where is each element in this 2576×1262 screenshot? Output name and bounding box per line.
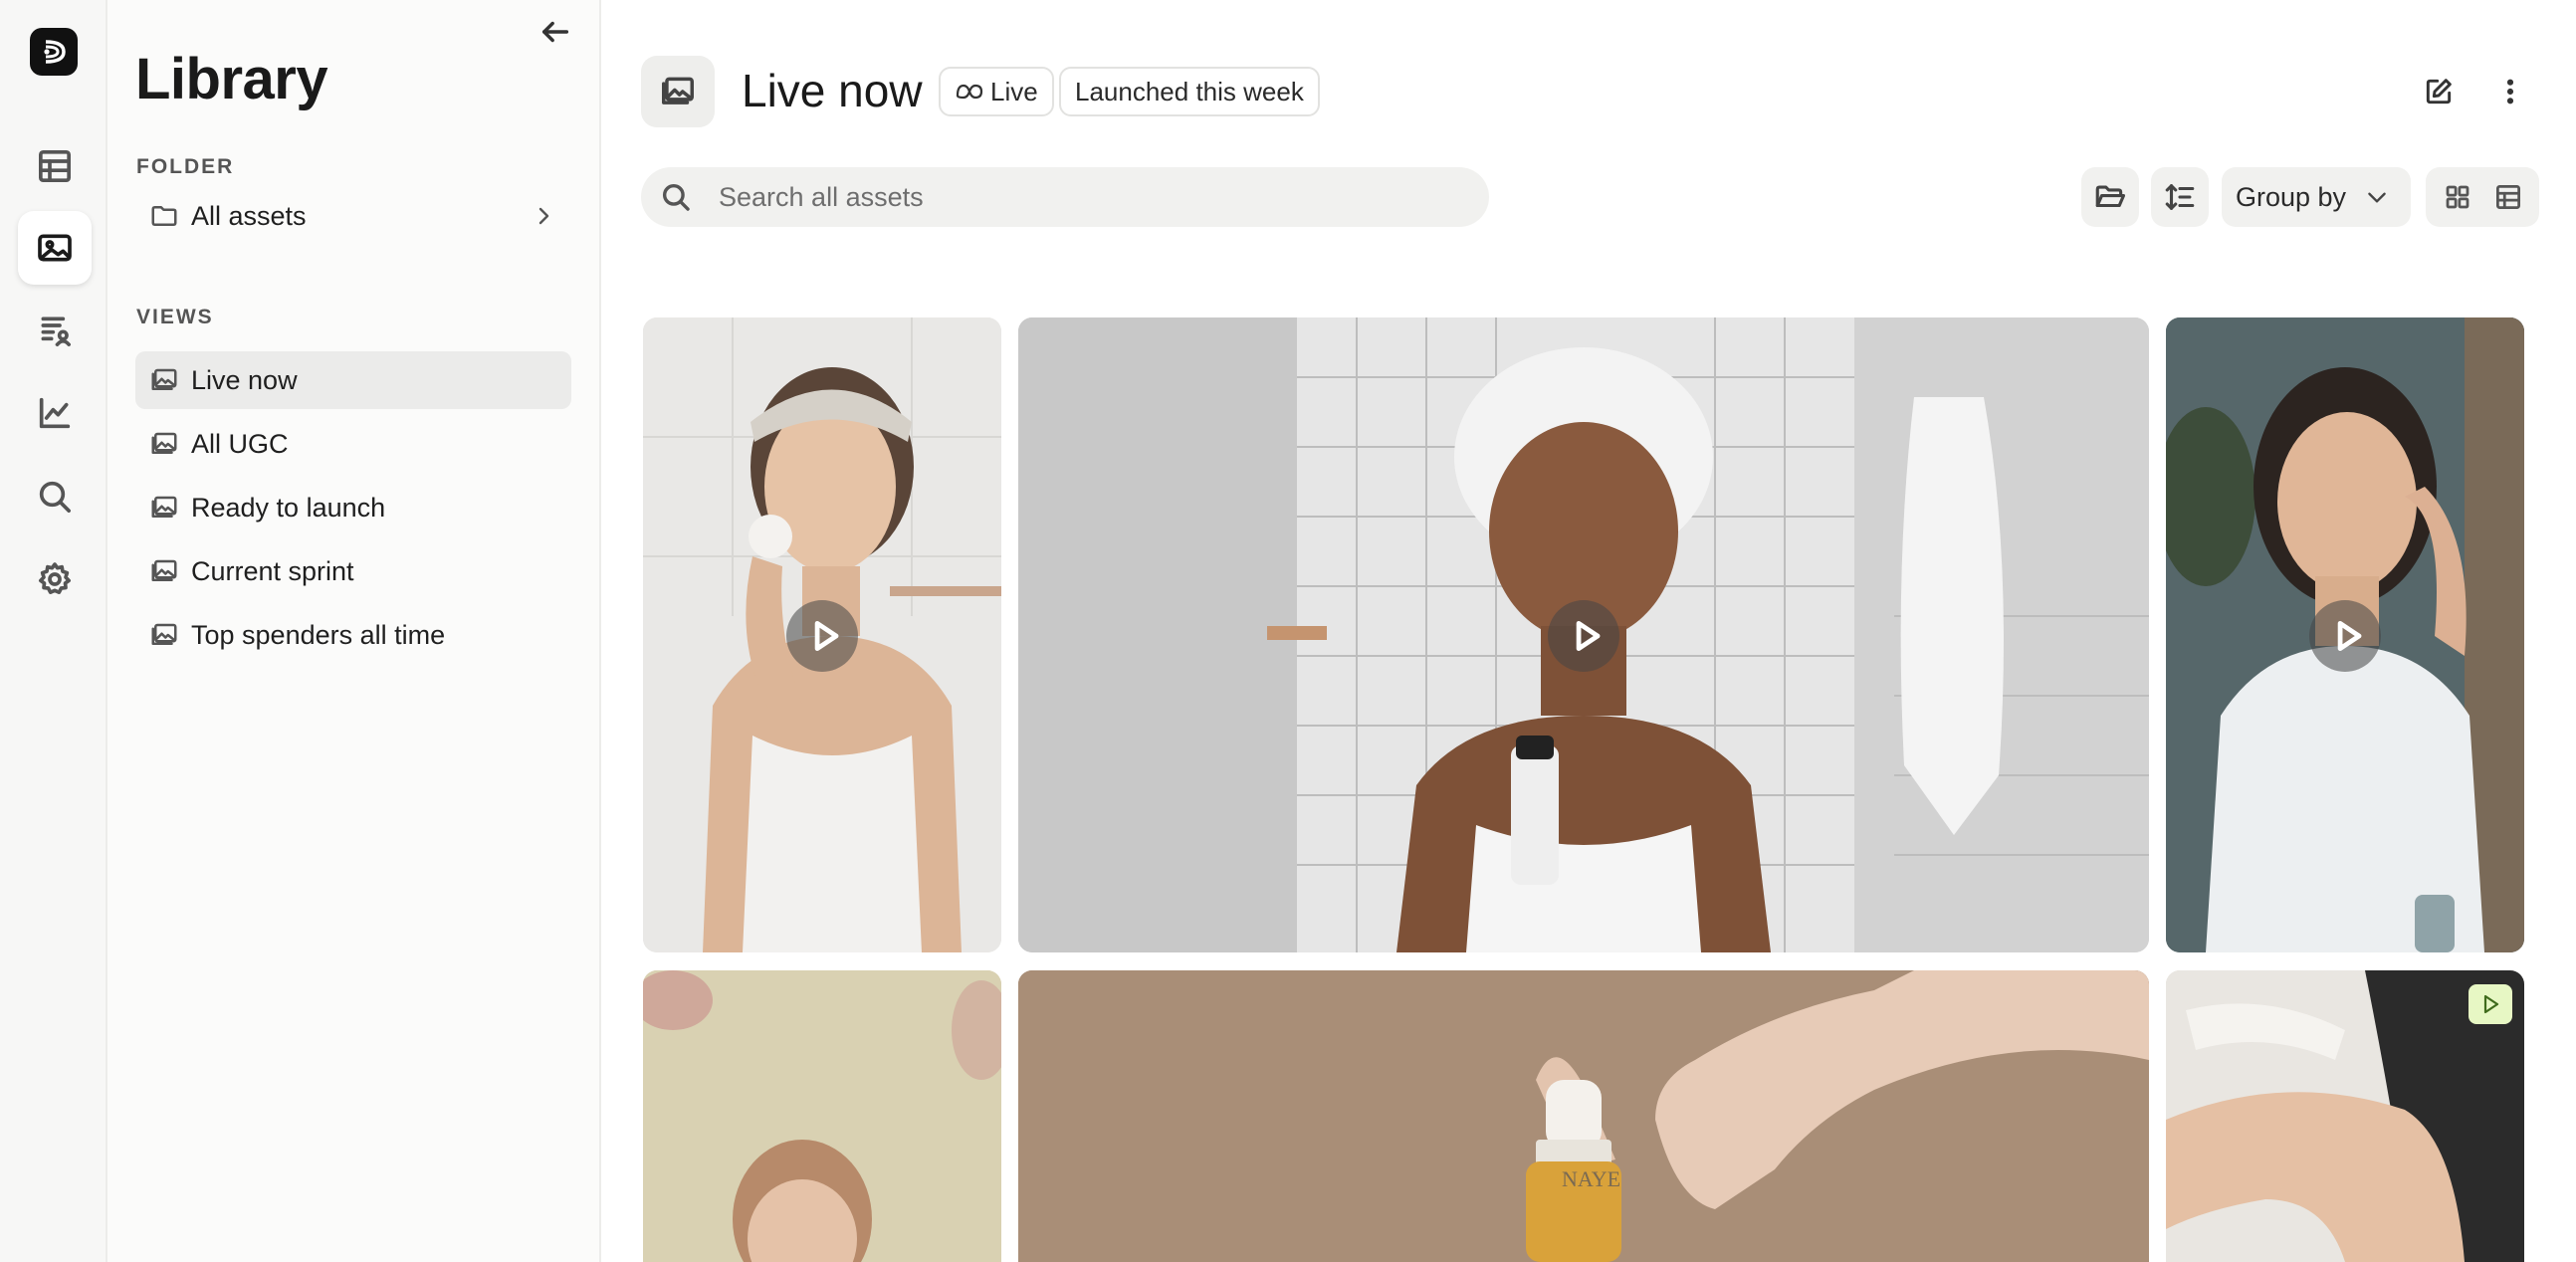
asset-card[interactable]: NAYE — [1018, 970, 2149, 1262]
search-icon — [662, 183, 690, 211]
play-icon — [814, 620, 839, 652]
asset-card[interactable] — [1018, 317, 2149, 952]
folder-icon — [151, 206, 177, 226]
rail-table-button[interactable] — [18, 129, 92, 203]
chevron-down-icon — [2368, 192, 2386, 203]
folder-item-label: All assets — [191, 200, 307, 231]
image-gallery-icon — [151, 432, 177, 454]
sort-button[interactable] — [2151, 167, 2209, 227]
more-options-button[interactable] — [2488, 70, 2532, 113]
grid-icon — [2446, 185, 2469, 209]
view-item-all-ugc[interactable]: All UGC — [135, 415, 571, 473]
asset-card[interactable] — [2166, 970, 2524, 1262]
view-item-ready-to-launch[interactable]: Ready to launch — [135, 479, 571, 536]
chevron-right-icon[interactable] — [532, 204, 555, 228]
view-icon — [641, 56, 715, 127]
arrow-left-icon — [541, 21, 569, 43]
meta-logo-icon — [956, 84, 983, 100]
view-item-label: All UGC — [191, 428, 289, 459]
rail-library-button[interactable] — [18, 211, 92, 285]
rail-search-button[interactable] — [18, 460, 92, 533]
view-item-live-now[interactable]: Live now — [135, 351, 571, 409]
launched-this-week-chip[interactable]: Launched this week — [1059, 67, 1320, 116]
search-icon — [39, 481, 71, 513]
people-list-icon — [41, 316, 71, 346]
chart-line-icon — [39, 397, 71, 429]
rail-settings-button[interactable] — [18, 542, 92, 616]
image-gallery-icon — [151, 368, 177, 390]
sort-icon — [2165, 184, 2195, 210]
live-filter-chip[interactable]: Live — [939, 67, 1054, 116]
views-section-label: VIEWS — [136, 306, 214, 328]
play-button[interactable] — [2309, 600, 2381, 672]
rail-creators-button[interactable] — [18, 294, 92, 367]
edit-view-button[interactable] — [2417, 70, 2461, 113]
view-item-label: Top spenders all time — [191, 619, 446, 650]
table-icon — [39, 150, 71, 183]
layout-toggle — [2426, 167, 2539, 227]
asset-card[interactable] — [2166, 317, 2524, 952]
library-sidebar: Library FOLDER All assets VIEWS Live now… — [107, 0, 601, 1262]
search-input[interactable] — [719, 181, 1475, 213]
asset-card[interactable] — [643, 970, 1001, 1262]
view-item-label: Ready to launch — [191, 492, 386, 523]
play-icon — [2483, 994, 2499, 1014]
page-title: Live now — [742, 65, 923, 116]
collapse-sidebar-button[interactable] — [536, 12, 575, 52]
edit-icon — [2426, 79, 2452, 105]
play-button[interactable] — [786, 600, 858, 672]
image-gallery-icon — [151, 559, 177, 581]
folder-open-icon — [2095, 185, 2126, 208]
group-by-dropdown[interactable]: Group by — [2222, 167, 2411, 227]
image-gallery-icon — [38, 234, 72, 262]
view-item-label: Live now — [191, 364, 298, 395]
search-bar — [641, 167, 1489, 227]
library-title: Library — [135, 47, 328, 111]
image-gallery-icon — [151, 496, 177, 518]
play-icon — [2337, 620, 2362, 652]
live-chip-label: Live — [990, 76, 1038, 106]
play-icon — [1576, 620, 1601, 652]
more-vertical-icon — [2506, 79, 2514, 105]
view-item-label: Current sprint — [191, 555, 354, 586]
rail-analytics-button[interactable] — [18, 376, 92, 450]
group-by-label: Group by — [2236, 181, 2347, 212]
gear-icon — [39, 562, 71, 594]
bottle-label: NAYE — [1562, 1166, 1621, 1191]
asset-thumbnail — [1018, 970, 2149, 1262]
video-badge — [2469, 984, 2512, 1024]
view-item-top-spenders[interactable]: Top spenders all time — [135, 606, 571, 664]
asset-thumbnail — [643, 970, 1001, 1262]
folder-item-all-assets[interactable]: All assets — [135, 187, 571, 245]
asset-card[interactable] — [643, 317, 1001, 952]
table-icon — [2495, 185, 2520, 209]
image-gallery-icon — [151, 623, 177, 645]
view-item-current-sprint[interactable]: Current sprint — [135, 542, 571, 600]
folder-filter-button[interactable] — [2081, 167, 2139, 227]
launched-chip-label: Launched this week — [1075, 76, 1304, 106]
app-logo-icon[interactable] — [30, 28, 78, 76]
play-button[interactable] — [1548, 600, 1619, 672]
table-view-button[interactable] — [2485, 174, 2531, 220]
image-gallery-icon — [662, 77, 694, 105]
folder-section-label: FOLDER — [136, 155, 235, 178]
grid-view-button[interactable] — [2435, 174, 2480, 220]
app-rail — [0, 0, 107, 1262]
